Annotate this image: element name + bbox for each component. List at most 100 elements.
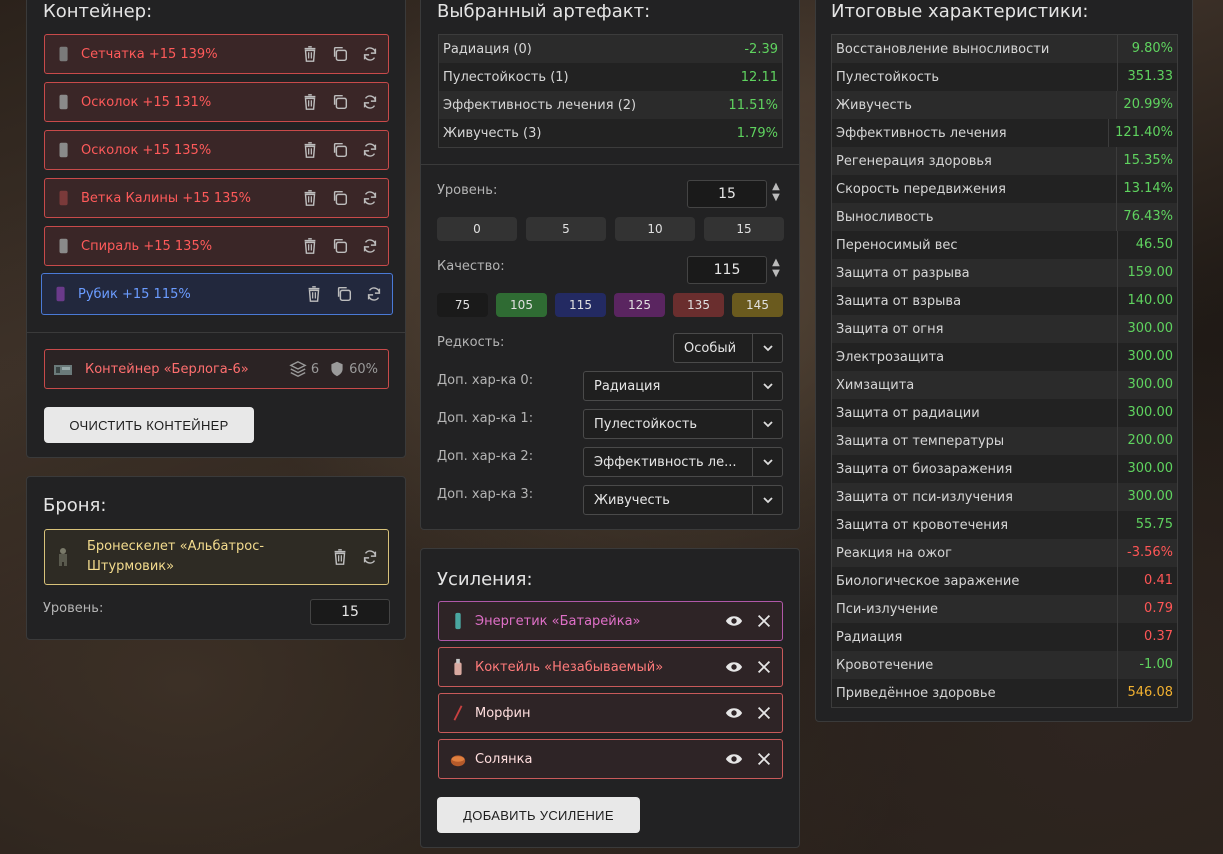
copy-icon[interactable]	[334, 284, 354, 304]
artifact-row[interactable]: Ветка Калины +15 135%	[44, 178, 389, 218]
boost-row[interactable]: Морфин	[438, 693, 783, 733]
total-name: Пси-излучение	[836, 601, 939, 617]
refresh-icon[interactable]	[360, 188, 380, 208]
trash-icon[interactable]	[300, 92, 320, 112]
total-row: Защита от температуры 200.00	[832, 427, 1177, 455]
total-name: Пулестойкость	[836, 69, 940, 85]
container-item[interactable]: Контейнер «Берлога-6» 6 60%	[44, 349, 389, 389]
quality-chip[interactable]: 145	[732, 293, 783, 317]
extra-stat-select[interactable]: Пулестойкость	[583, 409, 783, 439]
close-icon[interactable]	[754, 703, 774, 723]
close-icon[interactable]	[754, 749, 774, 769]
armor-panel: Броня: Бронескелет «Альбатрос- Штурмовик…	[26, 476, 406, 640]
eye-icon[interactable]	[724, 703, 744, 723]
total-row: Живучесть 20.99%	[832, 91, 1177, 119]
container-slots: 6	[289, 360, 319, 378]
quality-stepper[interactable]: ▲ ▼	[770, 257, 782, 279]
artifact-name: Осколок +15 131%	[81, 94, 212, 110]
quality-chip[interactable]: 115	[555, 293, 606, 317]
refresh-icon[interactable]	[360, 44, 380, 64]
total-name: Радиация	[836, 629, 903, 645]
clear-container-button[interactable]: ОЧИСТИТЬ КОНТЕЙНЕР	[44, 407, 254, 443]
total-value: 9.80%	[1117, 35, 1173, 63]
add-boost-button[interactable]: ДОБАВИТЬ УСИЛЕНИЕ	[437, 797, 640, 833]
extra-stat-label: Доп. хар-ка 1:	[437, 411, 534, 426]
level-chip[interactable]: 5	[526, 217, 606, 241]
quality-chip[interactable]: 105	[496, 293, 547, 317]
total-row: Пси-излучение 0.79	[832, 595, 1177, 623]
quality-chip[interactable]: 75	[437, 293, 488, 317]
trash-icon[interactable]	[330, 547, 350, 567]
refresh-icon[interactable]	[364, 284, 384, 304]
total-value: 121.40%	[1108, 119, 1173, 147]
artifact-row[interactable]: Рубик +15 115%	[41, 273, 393, 315]
total-value: 46.50	[1117, 231, 1173, 259]
totals-title: Итоговые характеристики:	[831, 1, 1089, 22]
boost-row[interactable]: Солянка	[438, 739, 783, 779]
quality-input[interactable]: 115	[687, 256, 767, 284]
level-chip[interactable]: 15	[704, 217, 784, 241]
total-row: Защита от взрыва 140.00	[832, 287, 1177, 315]
total-name: Регенерация здоровья	[836, 153, 992, 169]
trash-icon[interactable]	[300, 44, 320, 64]
level-input[interactable]: 15	[687, 180, 767, 208]
trash-icon[interactable]	[304, 284, 324, 304]
quality-chip[interactable]: 135	[673, 293, 724, 317]
extra-stat-value: Живучесть	[594, 492, 670, 508]
close-icon[interactable]	[754, 657, 774, 677]
total-row: Радиация 0.37	[832, 623, 1177, 651]
close-icon[interactable]	[754, 611, 774, 631]
level-chip[interactable]: 10	[615, 217, 695, 241]
refresh-icon[interactable]	[360, 236, 380, 256]
artifact-icon	[55, 44, 73, 64]
trash-icon[interactable]	[300, 236, 320, 256]
battery-drink-icon	[449, 611, 467, 631]
total-value: 159.00	[1117, 259, 1173, 287]
total-row: Эффективность лечения 121.40%	[832, 119, 1177, 147]
eye-icon[interactable]	[724, 749, 744, 769]
copy-icon[interactable]	[330, 188, 350, 208]
total-name: Живучесть	[836, 97, 912, 113]
extra-stat-label: Доп. хар-ка 2:	[437, 449, 534, 464]
extra-stat-select[interactable]: Живучесть	[583, 485, 783, 515]
artifact-row[interactable]: Осколок +15 131%	[44, 82, 389, 122]
quality-chip[interactable]: 125	[614, 293, 665, 317]
trash-icon[interactable]	[300, 188, 320, 208]
refresh-icon[interactable]	[360, 547, 380, 567]
artifact-icon	[55, 140, 73, 160]
rarity-value: Особый	[684, 340, 737, 356]
quality-label: Качество:	[437, 259, 505, 274]
artifact-row[interactable]: Спираль +15 135%	[44, 226, 389, 266]
total-row: Защита от пси-излучения 300.00	[832, 483, 1177, 511]
boost-name: Морфин	[475, 705, 531, 721]
stat-name: Радиация (0)	[443, 41, 532, 57]
refresh-icon[interactable]	[360, 92, 380, 112]
artifact-name: Осколок +15 135%	[81, 142, 212, 158]
rarity-select[interactable]: Особый	[673, 333, 783, 363]
artifact-row[interactable]: Осколок +15 135%	[44, 130, 389, 170]
armor-level-input[interactable]: 15	[310, 599, 390, 625]
level-chip[interactable]: 0	[437, 217, 517, 241]
trash-icon[interactable]	[300, 140, 320, 160]
armor-item[interactable]: Бронескелет «Альбатрос- Штурмовик»	[44, 529, 389, 585]
boost-row[interactable]: Энергетик «Батарейка»	[438, 601, 783, 641]
total-name: Защита от взрыва	[836, 293, 962, 309]
armor-name: Бронескелет «Альбатрос- Штурмовик»	[87, 537, 330, 577]
refresh-icon[interactable]	[360, 140, 380, 160]
extra-stat-select[interactable]: Радиация	[583, 371, 783, 401]
eye-icon[interactable]	[724, 611, 744, 631]
total-name: Защита от радиации	[836, 405, 980, 421]
total-value: 140.00	[1117, 287, 1173, 315]
copy-icon[interactable]	[330, 44, 350, 64]
total-value: 300.00	[1117, 371, 1173, 399]
extra-stat-select[interactable]: Эффективность ле...	[583, 447, 783, 477]
eye-icon[interactable]	[724, 657, 744, 677]
level-stepper[interactable]: ▲ ▼	[770, 181, 782, 203]
copy-icon[interactable]	[330, 236, 350, 256]
boost-row[interactable]: Коктейль «Незабываемый»	[438, 647, 783, 687]
total-row: Скорость передвижения 13.14%	[832, 175, 1177, 203]
stat-row: Живучесть (3) 1.79%	[439, 119, 782, 147]
artifact-row[interactable]: Сетчатка +15 139%	[44, 34, 389, 74]
copy-icon[interactable]	[330, 140, 350, 160]
copy-icon[interactable]	[330, 92, 350, 112]
